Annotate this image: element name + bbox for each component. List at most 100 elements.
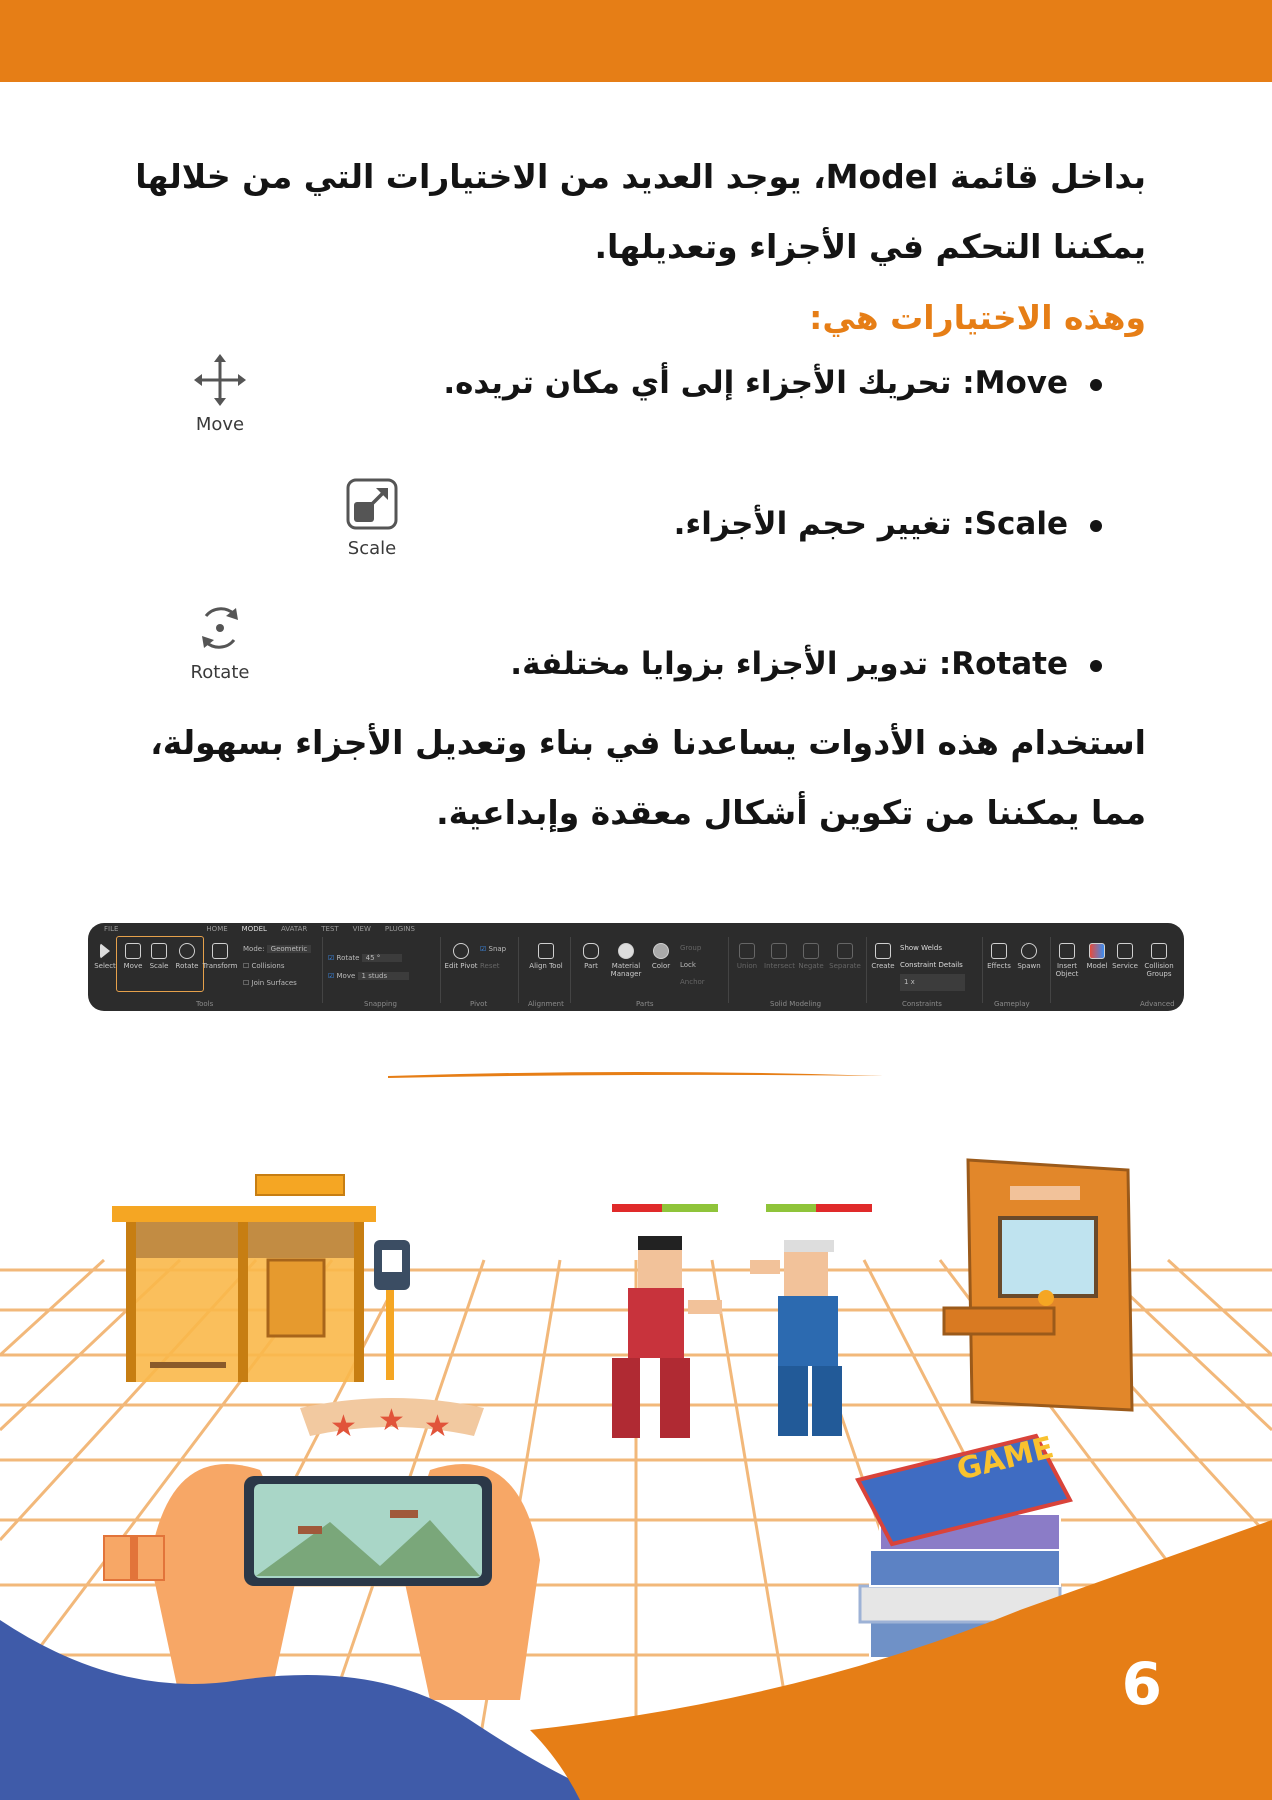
rotate-snap-row[interactable]: ☑ Rotate 45 ° bbox=[328, 949, 409, 967]
scale-input[interactable]: 1 x bbox=[900, 974, 965, 991]
tab-model[interactable]: MODEL bbox=[242, 925, 267, 937]
service-button[interactable]: Service bbox=[1110, 943, 1140, 970]
create-icon bbox=[875, 943, 891, 959]
join-surfaces-checkbox[interactable]: ☐ Join Surfaces bbox=[243, 975, 311, 992]
fighters bbox=[612, 1204, 872, 1438]
move-snap-label: Move bbox=[336, 972, 356, 980]
tab-test[interactable]: TEST bbox=[321, 925, 338, 937]
spawn-button[interactable]: Spawn bbox=[1014, 943, 1044, 970]
lock-button[interactable]: Lock bbox=[680, 957, 705, 974]
separate-label: Separate bbox=[829, 962, 861, 970]
svg-text:★: ★ bbox=[330, 1409, 357, 1444]
rotate-snap-input[interactable]: 45 ° bbox=[361, 954, 403, 962]
show-welds-toggle[interactable]: Show Welds bbox=[900, 940, 965, 957]
insert-object-icon bbox=[1059, 943, 1075, 959]
option-move-text: Move: تحريك الأجزاء إلى أي مكان تريده. bbox=[443, 365, 1068, 401]
scale-button-label: Scale bbox=[149, 962, 169, 970]
align-tool-label: Align Tool bbox=[529, 962, 563, 970]
spawn-label: Spawn bbox=[1017, 962, 1041, 970]
bullet-dot bbox=[1090, 519, 1102, 532]
collisions-checkbox[interactable]: ☐ Collisions bbox=[243, 958, 311, 975]
select-icon bbox=[100, 943, 110, 959]
option-scale-text: Scale: تغيير حجم الأجزاء. bbox=[673, 506, 1068, 542]
reset-button[interactable]: Reset bbox=[480, 958, 506, 975]
collision-groups-label: Collision Groups bbox=[1144, 962, 1174, 978]
separator bbox=[728, 937, 729, 1003]
tab-home[interactable]: HOME bbox=[206, 925, 227, 937]
edit-pivot-label: Edit Pivot bbox=[444, 962, 478, 970]
mode-label: Mode: bbox=[243, 945, 265, 953]
svg-text:★: ★ bbox=[378, 1403, 405, 1438]
effects-icon bbox=[991, 943, 1007, 959]
tab-file[interactable]: FILE bbox=[104, 925, 118, 937]
tab-view[interactable]: VIEW bbox=[353, 925, 371, 937]
group-snapping: Snapping bbox=[364, 1000, 397, 1008]
group-parts: Parts bbox=[636, 1000, 654, 1008]
constraint-details-toggle[interactable]: Constraint Details bbox=[900, 957, 965, 974]
top-banner bbox=[0, 0, 1272, 82]
effects-label: Effects bbox=[987, 962, 1011, 970]
scale-button-icon bbox=[151, 943, 167, 959]
mode-options: Mode: Geometric ☐ Collisions ☐ Join Surf… bbox=[243, 941, 312, 992]
mode-select[interactable]: Geometric bbox=[266, 945, 312, 953]
spawn-gear-icon bbox=[1021, 943, 1037, 959]
scale-label: Scale bbox=[347, 538, 397, 559]
move-label: Move bbox=[195, 414, 245, 435]
union-label: Union bbox=[736, 962, 758, 970]
anchor-button[interactable]: Anchor bbox=[680, 974, 705, 991]
effects-button[interactable]: Effects bbox=[984, 943, 1014, 970]
group-solid-modeling: Solid Modeling bbox=[770, 1000, 822, 1008]
separator bbox=[570, 937, 571, 1003]
edit-pivot-button[interactable]: Edit Pivot bbox=[444, 943, 478, 970]
tab-plugins[interactable]: PLUGINS bbox=[385, 925, 415, 937]
tab-avatar[interactable]: AVATAR bbox=[281, 925, 307, 937]
collision-groups-button[interactable]: Collision Groups bbox=[1140, 943, 1178, 978]
option-rotate-text: Rotate: تدوير الأجزاء بزوايا مختلفة. bbox=[510, 646, 1068, 682]
option-scale: Scale: تغيير حجم الأجزاء. bbox=[674, 506, 1102, 542]
move-snap-input[interactable]: 1 studs bbox=[357, 972, 410, 980]
gaming-illustration: GAME ★ ★ ★ bbox=[0, 1158, 1272, 1800]
color-label: Color bbox=[651, 962, 671, 970]
option-move: Move: تحريك الأجزاء إلى أي مكان تريده. bbox=[443, 365, 1102, 401]
group-advanced: Advanced bbox=[1140, 1000, 1175, 1008]
insert-object-button[interactable]: Insert Object bbox=[1050, 943, 1084, 978]
material-manager-button[interactable]: Material Manager bbox=[608, 943, 644, 978]
summary-paragraph: استخدام هذه الأدوات يساعدنا في بناء وتعد… bbox=[150, 723, 1146, 832]
intersect-button[interactable]: Intersect bbox=[764, 943, 795, 970]
move-arrows-icon bbox=[194, 354, 246, 406]
rotate-snap-label: Rotate bbox=[336, 954, 360, 962]
intersect-label: Intersect bbox=[764, 962, 795, 970]
select-button[interactable]: Select bbox=[90, 943, 120, 970]
union-button[interactable]: Union bbox=[732, 943, 762, 970]
part-icon bbox=[583, 943, 599, 959]
model-button[interactable]: Model bbox=[1082, 943, 1112, 970]
parts-options: Group Lock Anchor bbox=[680, 940, 705, 991]
color-button[interactable]: Color bbox=[646, 943, 676, 970]
rotate-label: Rotate bbox=[190, 662, 250, 683]
transform-button[interactable]: Transform bbox=[202, 943, 238, 970]
snap-checkbox[interactable]: ☑ Snap bbox=[480, 941, 506, 958]
part-button[interactable]: Part bbox=[576, 943, 606, 970]
separate-button[interactable]: Separate bbox=[828, 943, 862, 970]
model-icon bbox=[1089, 943, 1105, 959]
scale-button[interactable]: Scale bbox=[144, 943, 174, 970]
rotate-icon bbox=[202, 607, 238, 649]
color-icon bbox=[653, 943, 669, 959]
collision-groups-icon bbox=[1151, 943, 1167, 959]
move-snap-row[interactable]: ☑ Move 1 studs bbox=[328, 967, 410, 985]
snapping-options: ☑ Rotate 45 ° ☑ Move 1 studs bbox=[328, 949, 410, 985]
rotate-button[interactable]: Rotate bbox=[172, 943, 202, 970]
separator bbox=[866, 937, 867, 1003]
scale-icon bbox=[346, 478, 398, 530]
align-tool-button[interactable]: Align Tool bbox=[528, 943, 564, 970]
transform-label: Transform bbox=[202, 962, 238, 970]
separator bbox=[518, 937, 519, 1003]
mode-row: Mode: Geometric bbox=[243, 941, 312, 958]
negate-button[interactable]: Negate bbox=[796, 943, 826, 970]
group-button[interactable]: Group bbox=[680, 940, 705, 957]
rotate-button-icon bbox=[179, 943, 195, 959]
create-button[interactable]: Create bbox=[868, 943, 898, 970]
constraint-options: Show Welds Constraint Details 1 x bbox=[900, 940, 965, 991]
create-label: Create bbox=[871, 962, 895, 970]
move-button-label: Move bbox=[123, 962, 143, 970]
